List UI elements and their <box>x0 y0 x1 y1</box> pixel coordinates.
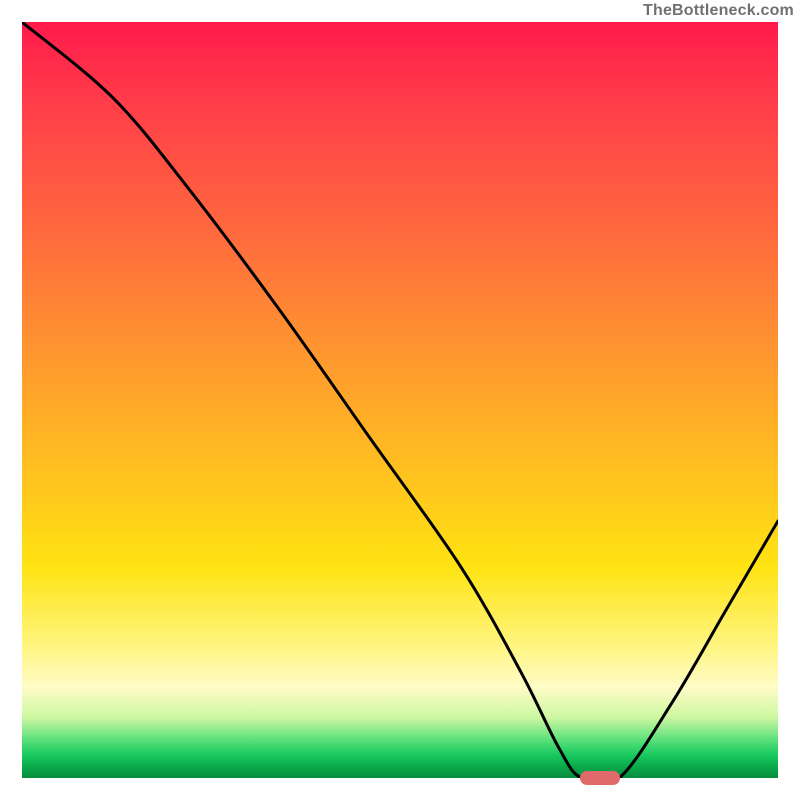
attribution-text: TheBottleneck.com <box>643 2 794 20</box>
bottleneck-curve <box>22 22 778 778</box>
chart-stage: TheBottleneck.com <box>0 0 800 800</box>
chart-curve-layer <box>22 22 778 778</box>
optimal-marker <box>580 771 620 785</box>
